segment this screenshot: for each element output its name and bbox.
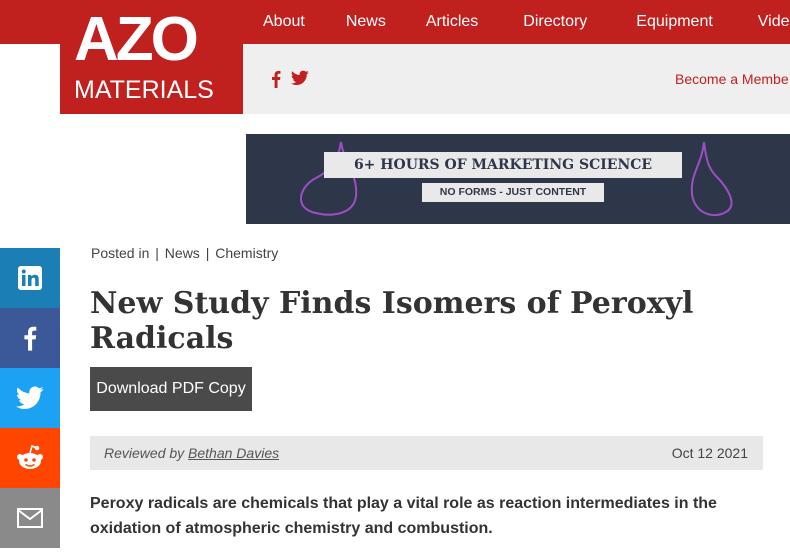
nav-about[interactable]: About xyxy=(263,13,305,31)
article-date: Oct 12 2021 xyxy=(671,445,748,461)
breadcrumb-prefix: Posted in xyxy=(91,245,150,261)
breadcrumb-separator: | xyxy=(155,245,159,261)
logo-materials: MATERIALS xyxy=(74,76,214,104)
nav-news[interactable]: News xyxy=(346,13,386,31)
reviewed-by-label: Reviewed by xyxy=(104,445,185,461)
linkedin-icon xyxy=(18,266,42,290)
breadcrumb-separator: | xyxy=(205,245,210,261)
breadcrumb-news[interactable]: News xyxy=(165,245,200,261)
share-email-button[interactable] xyxy=(0,488,60,548)
logo-azo: AZO xyxy=(74,5,199,74)
banner-headline: 6+ HOURS OF MARKETING SCIENCE WEBINARS xyxy=(324,152,682,199)
review-bar: Reviewed by Bethan Davies Oct 12 2021 xyxy=(90,436,763,470)
nav-equipment[interactable]: Equipment xyxy=(636,13,713,31)
reddit-icon xyxy=(17,444,43,469)
facebook-icon xyxy=(24,326,37,351)
facebook-icon[interactable] xyxy=(271,70,281,93)
share-reddit-button[interactable] xyxy=(0,428,60,488)
breadcrumb: Posted in | News | Chemistry xyxy=(90,245,279,261)
breadcrumb-chemistry[interactable]: Chemistry xyxy=(215,245,278,261)
article-title: New Study Finds Isomers of Peroxyl Radic… xyxy=(90,286,694,356)
nav-articles[interactable]: Articles xyxy=(426,13,478,31)
share-linkedin-button[interactable] xyxy=(0,248,60,308)
become-member-link[interactable]: Become a Membe xyxy=(675,71,789,87)
header-social-links xyxy=(271,70,309,93)
email-icon xyxy=(17,508,43,528)
ad-banner[interactable]: 6+ HOURS OF MARKETING SCIENCE WEBINARS N… xyxy=(246,134,790,224)
twitter-icon[interactable] xyxy=(290,70,309,93)
reviewed-by: Reviewed by Bethan Davies xyxy=(104,445,279,461)
article-lead: Peroxy radicals are chemicals that play … xyxy=(90,495,717,537)
nav-directory[interactable]: Directory xyxy=(523,13,587,31)
download-pdf-button[interactable]: Download PDF Copy xyxy=(90,367,252,411)
share-twitter-button[interactable] xyxy=(0,368,60,428)
nav-video[interactable]: Vide xyxy=(758,13,790,31)
share-facebook-button[interactable] xyxy=(0,308,60,368)
reviewer-link[interactable]: Bethan Davies xyxy=(188,445,279,461)
site-logo[interactable]: AZO MATERIALS xyxy=(60,0,243,114)
twitter-icon xyxy=(16,386,44,409)
main-nav: About News Articles Directory Equipment … xyxy=(243,0,790,44)
banner-subline: NO FORMS - JUST CONTENT xyxy=(422,183,604,202)
